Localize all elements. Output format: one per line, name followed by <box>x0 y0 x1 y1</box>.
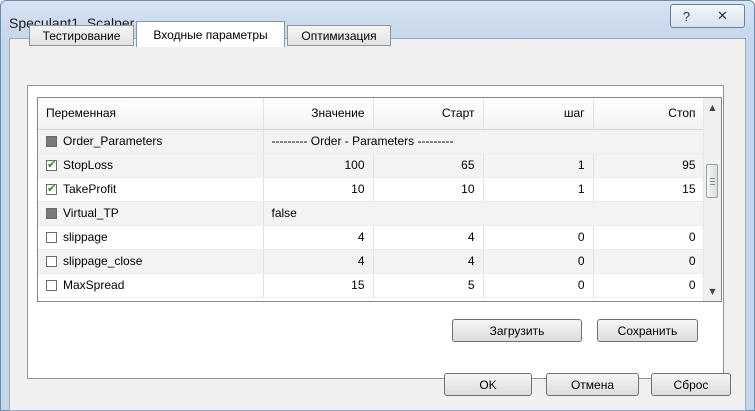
table-row[interactable]: Virtual_TP false <box>38 201 705 226</box>
column-header-stop[interactable]: Стоп <box>593 98 705 130</box>
row-start[interactable]: 5 <box>373 273 484 298</box>
table-row[interactable]: Order_Parameters --------- Order - Param… <box>38 129 705 154</box>
row-start[interactable]: 65 <box>373 153 484 178</box>
cancel-button[interactable]: Отмена <box>546 373 639 396</box>
row-value[interactable]: 15 <box>263 273 374 298</box>
row-value[interactable]: 4 <box>263 249 374 274</box>
scroll-down-icon[interactable]: ▼ <box>704 283 721 300</box>
tab-testing[interactable]: Тестирование <box>29 25 134 46</box>
row-stop[interactable]: 0 <box>593 249 705 274</box>
row-step[interactable]: 0 <box>483 273 594 298</box>
scroll-up-icon[interactable]: ▲ <box>704 99 721 116</box>
row-name: Virtual_TP <box>63 206 119 220</box>
tab-input-parameters[interactable]: Входные параметры <box>136 21 285 47</box>
parameters-table: Переменная Значение Старт шаг Стоп Order… <box>38 98 705 298</box>
table-row[interactable]: slippage 4 4 0 0 <box>38 225 705 250</box>
help-button[interactable]: ? <box>670 4 703 28</box>
column-header-step[interactable]: шаг <box>483 98 594 130</box>
row-name: slippage <box>63 230 108 244</box>
table-row[interactable]: slippage_close 4 4 0 0 <box>38 249 705 274</box>
row-checkbox[interactable] <box>46 280 57 291</box>
column-header-variable[interactable]: Переменная <box>38 98 264 130</box>
grid-header-row: Переменная Значение Старт шаг Стоп <box>38 98 705 130</box>
row-step[interactable]: 1 <box>483 153 594 178</box>
row-stop[interactable]: 95 <box>593 153 705 178</box>
row-checkbox[interactable] <box>46 232 57 243</box>
reset-button[interactable]: Сброс <box>651 373 731 396</box>
row-checkbox[interactable] <box>46 182 57 195</box>
table-row[interactable]: TakeProfit 10 10 1 15 <box>38 177 705 202</box>
row-name: TakeProfit <box>63 182 117 196</box>
row-checkbox[interactable] <box>46 136 57 147</box>
row-step[interactable]: 1 <box>483 177 594 202</box>
scroll-thumb[interactable] <box>706 164 718 198</box>
close-button[interactable]: ✕ <box>701 4 745 28</box>
row-checkbox[interactable] <box>46 256 57 267</box>
ok-button[interactable]: OK <box>444 373 532 396</box>
row-start[interactable]: 4 <box>373 249 484 274</box>
row-name: MaxSpread <box>63 278 125 292</box>
row-name: slippage_close <box>63 254 143 268</box>
row-stop[interactable]: 0 <box>593 225 705 250</box>
row-value[interactable]: 4 <box>263 225 374 250</box>
column-header-value[interactable]: Значение <box>263 98 374 130</box>
row-start[interactable]: 4 <box>373 225 484 250</box>
load-button[interactable]: Загрузить <box>452 319 582 342</box>
tab-optimization[interactable]: Оптимизация <box>287 25 391 46</box>
row-name: StopLoss <box>63 158 114 172</box>
parameters-grid: Переменная Значение Старт шаг Стоп Order… <box>37 97 722 302</box>
row-value[interactable]: --------- Order - Parameters --------- <box>263 129 705 154</box>
row-start[interactable]: 10 <box>373 177 484 202</box>
save-button[interactable]: Сохранить <box>597 319 698 342</box>
column-header-start[interactable]: Старт <box>373 98 484 130</box>
row-stop[interactable]: 0 <box>593 273 705 298</box>
row-step[interactable]: 0 <box>483 225 594 250</box>
vertical-scrollbar[interactable]: ▲ ▼ <box>703 98 721 301</box>
row-value[interactable]: 10 <box>263 177 374 202</box>
row-name: Order_Parameters <box>63 134 163 148</box>
table-row[interactable]: MaxSpread 15 5 0 0 <box>38 273 705 298</box>
row-value[interactable]: 100 <box>263 153 374 178</box>
table-row[interactable]: StopLoss 100 65 1 95 <box>38 153 705 178</box>
row-checkbox[interactable] <box>46 208 57 219</box>
row-stop[interactable]: 15 <box>593 177 705 202</box>
row-value[interactable]: false <box>263 201 705 226</box>
row-step[interactable]: 0 <box>483 249 594 274</box>
row-checkbox[interactable] <box>46 158 57 171</box>
